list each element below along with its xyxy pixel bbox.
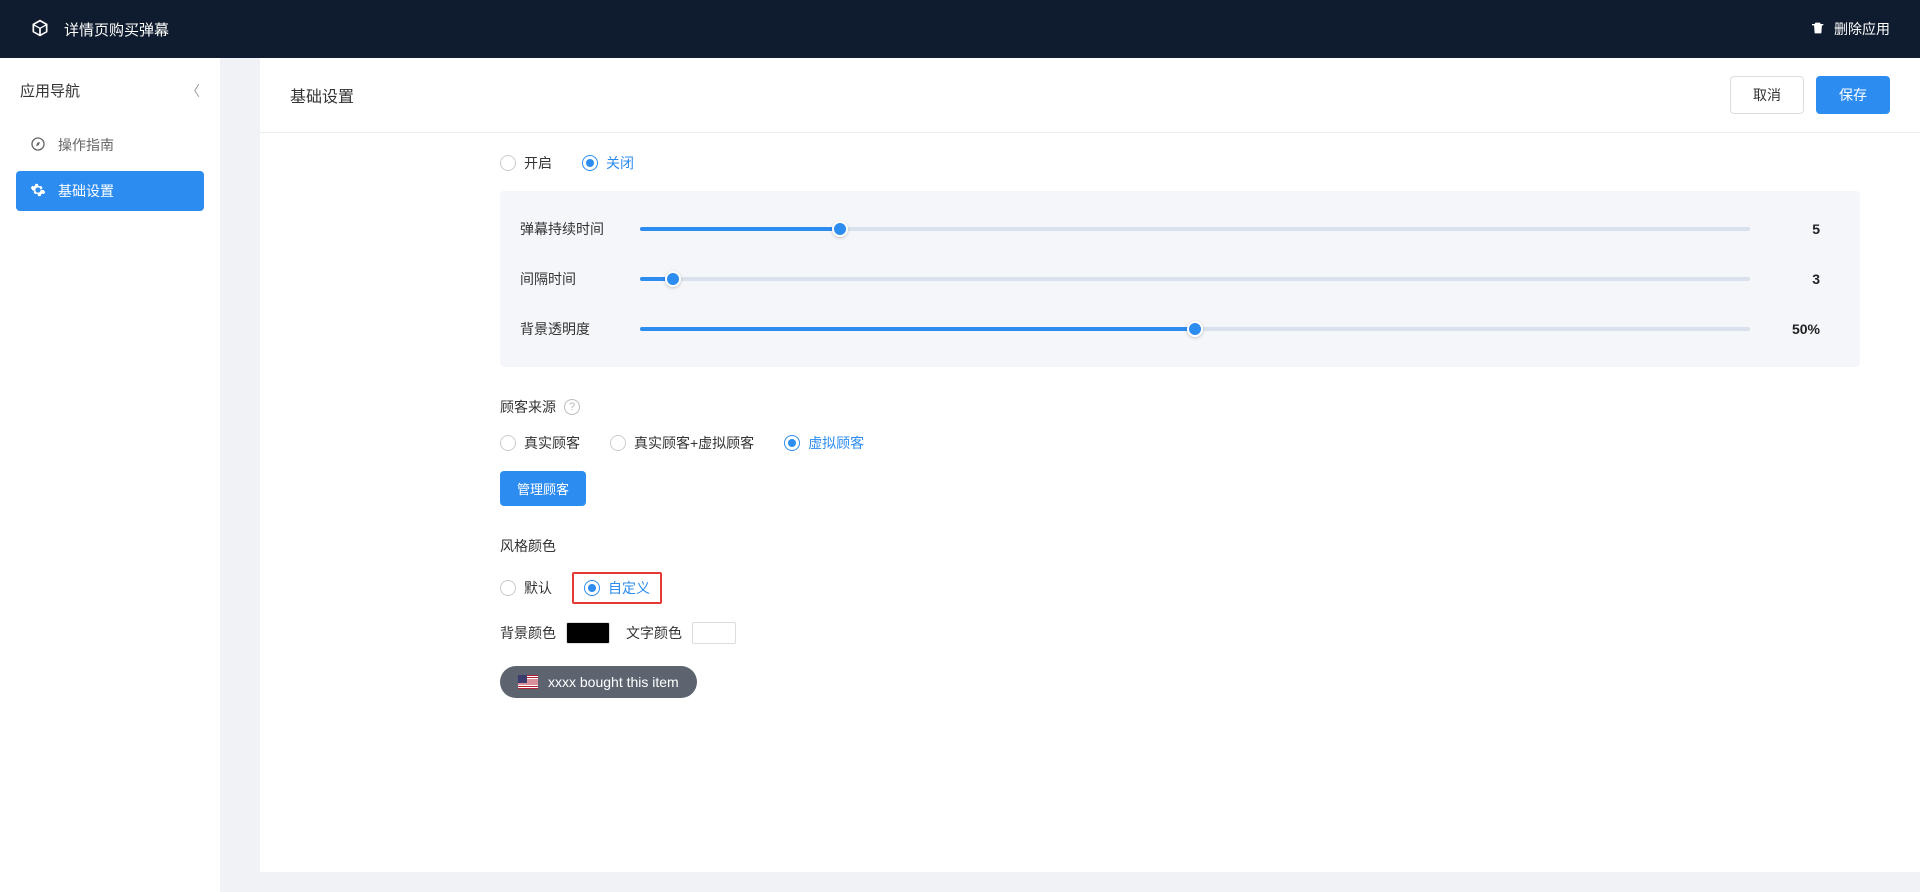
radio-dot-icon [500,580,516,596]
radio-style-default[interactable]: 默认 [500,578,552,598]
enable-radio-group: 开启 关闭 [500,153,1860,173]
gear-icon [30,182,46,201]
radio-label: 真实顾客+虚拟顾客 [634,433,754,453]
radio-enable-off[interactable]: 关闭 [582,153,634,173]
main: 基础设置 取消 保存 开启 关闭 [220,58,1920,892]
radio-enable-on[interactable]: 开启 [500,153,552,173]
bg-color-label: 背景颜色 [500,623,556,643]
style-section: 风格颜色 默认 自定义 [500,536,1860,698]
delete-app-label: 删除应用 [1834,19,1890,39]
app-title: 详情页购买弹幕 [64,19,169,40]
radio-dot-icon [582,155,598,171]
slider-label: 背景透明度 [520,319,630,339]
topbar: 详情页购买弹幕 删除应用 [0,0,1920,58]
card-header: 基础设置 取消 保存 [260,58,1920,133]
radio-label: 开启 [524,153,552,173]
sidebar-item-basic-settings[interactable]: 基础设置 [16,171,204,211]
preview-text: xxxx bought this item [548,674,679,690]
radio-dot-icon [784,435,800,451]
customer-source-label: 顾客来源 ? [500,397,1860,417]
us-flag-icon [518,675,538,689]
topbar-left: 详情页购买弹幕 [30,18,169,41]
radio-dot-icon [584,580,600,596]
cube-icon [30,18,50,41]
fg-color-label: 文字颜色 [626,623,682,643]
sidebar-title: 应用导航 [20,80,80,101]
customer-source-radio-group: 真实顾客 真实顾客+虚拟顾客 虚拟顾客 [500,433,1860,453]
fg-color-swatch[interactable] [692,622,736,644]
section-label-text: 风格颜色 [500,536,556,556]
radio-label: 虚拟顾客 [808,433,864,453]
sidebar-collapse-button[interactable]: 〈 [186,81,200,101]
style-label: 风格颜色 [500,536,1860,556]
slider-opacity: 背景透明度 50% [520,319,1820,339]
interval-slider[interactable] [640,277,1750,281]
opacity-slider[interactable] [640,327,1750,331]
radio-label: 默认 [524,578,552,598]
slider-value: 5 [1760,221,1820,237]
slider-thumb[interactable] [832,221,848,237]
preview-pill: xxxx bought this item [500,666,697,698]
slider-thumb[interactable] [665,271,681,287]
cancel-button[interactable]: 取消 [1730,76,1804,114]
radio-dot-icon [500,435,516,451]
radio-label: 关闭 [606,153,634,173]
slider-fill [640,327,1195,331]
slider-value: 3 [1760,271,1820,287]
manage-customers-button[interactable]: 管理顾客 [500,471,586,506]
save-button[interactable]: 保存 [1816,76,1890,114]
form-body: 开启 关闭 弹幕持续时间 [260,133,1920,758]
bg-color-swatch[interactable] [566,622,610,644]
delete-app-button[interactable]: 删除应用 [1810,19,1890,39]
highlight-box: 自定义 [572,572,662,604]
radio-customer-real-virtual[interactable]: 真实顾客+虚拟顾客 [610,433,754,453]
fg-color-group: 文字颜色 [626,622,736,644]
help-icon[interactable]: ? [564,399,580,415]
sidebar-item-label: 基础设置 [58,181,114,201]
trash-icon [1810,20,1826,39]
section-label-text: 顾客来源 [500,397,556,417]
style-radio-group: 默认 自定义 [500,572,1860,604]
radio-customer-virtual[interactable]: 虚拟顾客 [784,433,864,453]
sidebar-header: 应用导航 〈 [16,74,204,107]
slider-interval: 间隔时间 3 [520,269,1820,289]
slider-thumb[interactable] [1187,321,1203,337]
slider-fill [640,227,840,231]
slider-label: 间隔时间 [520,269,630,289]
radio-dot-icon [500,155,516,171]
swatch-row: 背景颜色 文字颜色 [500,622,1860,644]
slider-duration: 弹幕持续时间 5 [520,219,1820,239]
duration-slider[interactable] [640,227,1750,231]
slider-panel: 弹幕持续时间 5 间隔时间 [500,191,1860,367]
slider-value: 50% [1760,321,1820,337]
slider-label: 弹幕持续时间 [520,219,630,239]
sidebar-item-label: 操作指南 [58,135,114,155]
sidebar-item-guide[interactable]: 操作指南 [16,125,204,165]
sidebar: 应用导航 〈 操作指南 基础设置 [0,58,220,892]
card-actions: 取消 保存 [1730,76,1890,114]
radio-label: 真实顾客 [524,433,580,453]
radio-dot-icon [610,435,626,451]
bg-color-group: 背景颜色 [500,622,610,644]
radio-label: 自定义 [608,578,650,598]
page-title: 基础设置 [290,83,354,107]
settings-card: 基础设置 取消 保存 开启 关闭 [260,58,1920,872]
radio-customer-real[interactable]: 真实顾客 [500,433,580,453]
compass-icon [30,136,46,155]
radio-style-custom[interactable]: 自定义 [584,578,650,598]
